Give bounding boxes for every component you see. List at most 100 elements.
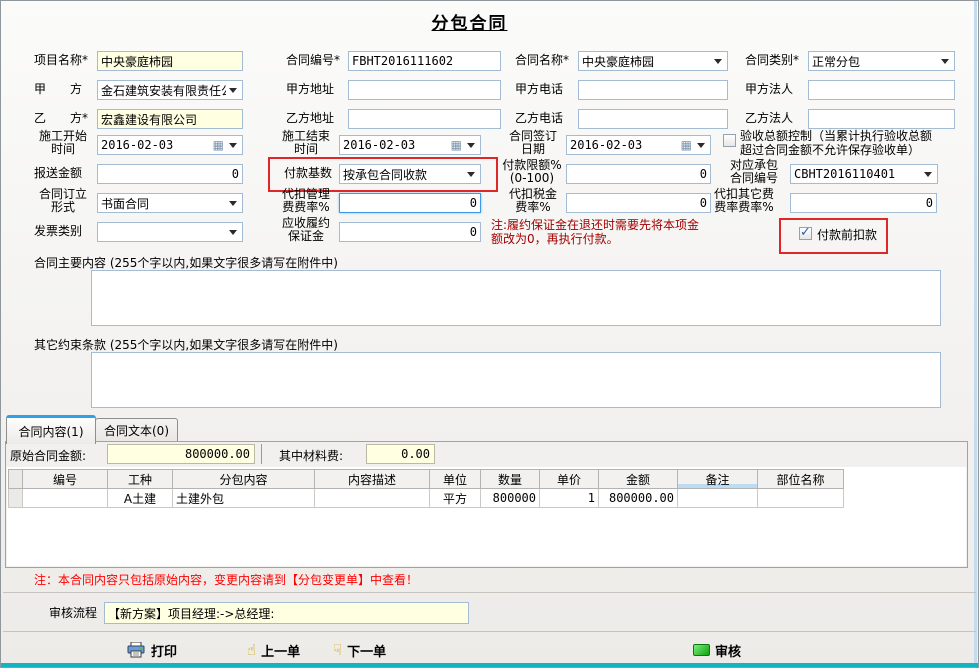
related-contract-value: CBHT2016110401 (794, 167, 921, 181)
print-button[interactable]: 打印 (127, 639, 177, 661)
grid-header-remark[interactable]: 备注 (678, 470, 758, 489)
party-b-addr-input[interactable] (348, 109, 501, 129)
payment-limit-input[interactable] (566, 164, 711, 184)
contract-content-panel: 原始合同金额: 800000.00 其中材料费: 0.00 编号 工种 分包内容… (5, 441, 968, 568)
bottom-accent-bar (1, 663, 978, 667)
pre-deduct-checkbox[interactable] (799, 227, 812, 240)
contract-form-value: 书面合同 (101, 195, 226, 212)
party-a-tel-input[interactable] (578, 80, 728, 100)
hand-up-icon (247, 643, 256, 658)
tax-rate-label: 代扣税金 费率% (503, 188, 563, 214)
sign-date-label: 合同签订 日期 (503, 130, 563, 156)
deposit-label: 应收履约 保证金 (275, 217, 337, 243)
grid-cell-code[interactable] (23, 489, 108, 508)
printer-icon (127, 642, 146, 658)
contract-type-select[interactable]: 正常分包 (808, 51, 955, 71)
dropdown-arrow-icon (924, 172, 932, 177)
grid-cell-unit[interactable]: 平方 (430, 489, 481, 508)
grid-cell-quantity[interactable]: 800000 (481, 489, 540, 508)
original-amount-label: 原始合同金额: (10, 447, 86, 464)
grid-header-worktype[interactable]: 工种 (108, 470, 173, 489)
grid-header-unitprice[interactable]: 单价 (540, 470, 599, 489)
payment-base-select[interactable]: 按承包合同收款 (339, 164, 481, 184)
acceptance-total-checkbox[interactable] (723, 134, 736, 147)
contract-name-label: 合同名称* (515, 54, 577, 67)
party-a-addr-label: 甲方地址 (286, 83, 348, 96)
contract-name-select[interactable]: 中央豪庭柿园 (578, 51, 728, 71)
tax-rate-input[interactable] (566, 193, 711, 213)
grid-cell-remark[interactable] (678, 489, 758, 508)
main-content-textarea[interactable] (91, 270, 941, 326)
grid-header-unit[interactable]: 单位 (430, 470, 481, 489)
invoice-type-select[interactable] (97, 222, 243, 242)
grid-cell-partname[interactable] (758, 489, 844, 508)
grid-cell-subcontent[interactable]: 土建外包 (173, 489, 315, 508)
next-record-label: 下一单 (347, 641, 386, 660)
other-fee-rate-input[interactable] (790, 193, 937, 213)
project-name-input[interactable] (97, 51, 243, 71)
hand-down-icon (333, 643, 342, 658)
party-a-legal-input[interactable] (808, 80, 955, 100)
report-amount-input[interactable] (97, 164, 243, 184)
grid-header-code[interactable]: 编号 (23, 470, 108, 489)
party-b-input[interactable] (97, 109, 243, 129)
grid-header-partname[interactable]: 部位名称 (758, 470, 844, 489)
sign-date-picker[interactable]: 2016-02-03 (566, 135, 711, 155)
grid-cell-amount[interactable]: 800000.00 (599, 489, 678, 508)
grid-header-quantity[interactable]: 数量 (481, 470, 540, 489)
detail-grid-area[interactable]: 编号 工种 分包内容 内容描述 单位 数量 单价 金额 备注 部位名称 A土建 … (7, 467, 966, 566)
window-right-frame (974, 1, 977, 663)
grid-cell-description[interactable] (315, 489, 430, 508)
party-b-legal-input[interactable] (808, 109, 955, 129)
party-b-label: 乙 方* (34, 112, 96, 125)
content-change-note: 注：本合同内容只包括原始内容，变更内容请到【分包变更单】中查看！ (34, 573, 734, 587)
main-content-label: 合同主要内容 (255个字以内,如果文字很多请写在附件中) (34, 257, 434, 270)
payment-limit-label: 付款限额% (0-100) (501, 159, 563, 185)
grid-header-rowselector[interactable] (9, 470, 23, 489)
dropdown-arrow-icon (714, 59, 722, 64)
original-amount-field: 800000.00 (107, 444, 255, 464)
acceptance-total-checkbox-label: 验收总额控制（当累计执行验收总额 超过合同金额不允许保存验收单） (740, 129, 932, 157)
grid-cell-rowselector[interactable] (9, 489, 23, 508)
contract-type-value: 正常分包 (812, 53, 938, 70)
grid-cell-worktype[interactable]: A土建 (108, 489, 173, 508)
tab-contract-content[interactable]: 合同内容(1) (6, 415, 96, 444)
other-terms-textarea[interactable] (91, 352, 941, 408)
print-button-label: 打印 (151, 641, 177, 660)
payment-base-value: 按承包合同收款 (343, 166, 464, 183)
mgmt-fee-rate-label: 代扣管理 费费率% (275, 188, 337, 214)
grid-cell-unitprice[interactable]: 1 (540, 489, 599, 508)
contract-name-value: 中央豪庭柿园 (582, 53, 711, 70)
audit-button[interactable]: 审核 (693, 639, 741, 661)
contract-no-input[interactable] (348, 51, 501, 71)
party-a-legal-label: 甲方法人 (745, 83, 807, 96)
start-date-picker[interactable]: 2016-02-03 (97, 135, 243, 155)
grid-header-subcontent[interactable]: 分包内容 (173, 470, 315, 489)
mgmt-fee-rate-input[interactable] (339, 193, 481, 213)
dropdown-arrow-icon (941, 59, 949, 64)
grid-header-amount[interactable]: 金额 (599, 470, 678, 489)
grid-header-description[interactable]: 内容描述 (315, 470, 430, 489)
dropdown-arrow-icon (467, 172, 475, 177)
deposit-input[interactable] (339, 222, 481, 242)
material-fee-label: 其中材料费: (279, 447, 343, 464)
invoice-type-label: 发票类别 (34, 225, 96, 238)
tab-contract-text[interactable]: 合同文本(0) (95, 418, 178, 442)
other-terms-label: 其它约束条款 (255个字以内,如果文字很多请写在附件中) (34, 339, 434, 352)
related-contract-select[interactable]: CBHT2016110401 (790, 164, 938, 184)
next-record-button[interactable]: 下一单 (333, 639, 386, 661)
end-date-picker[interactable]: 2016-02-03 (339, 135, 481, 155)
amounts-divider (261, 444, 262, 464)
contract-form-select[interactable]: 书面合同 (97, 193, 243, 213)
audit-icon (693, 644, 710, 656)
end-date-value: 2016-02-03 (343, 138, 451, 152)
party-b-addr-label: 乙方地址 (286, 112, 348, 125)
grid-data-row: A土建 土建外包 平方 800000 1 800000.00 (9, 489, 844, 508)
party-b-tel-input[interactable] (578, 109, 728, 129)
prev-record-button[interactable]: 上一单 (247, 639, 300, 661)
payment-base-label: 付款基数 (284, 167, 340, 180)
project-name-label: 项目名称* (34, 54, 96, 67)
party-a-select[interactable]: 金石建筑安装有限责任公司 (97, 80, 243, 100)
party-a-addr-input[interactable] (348, 80, 501, 100)
approval-flow-field[interactable] (104, 602, 469, 624)
